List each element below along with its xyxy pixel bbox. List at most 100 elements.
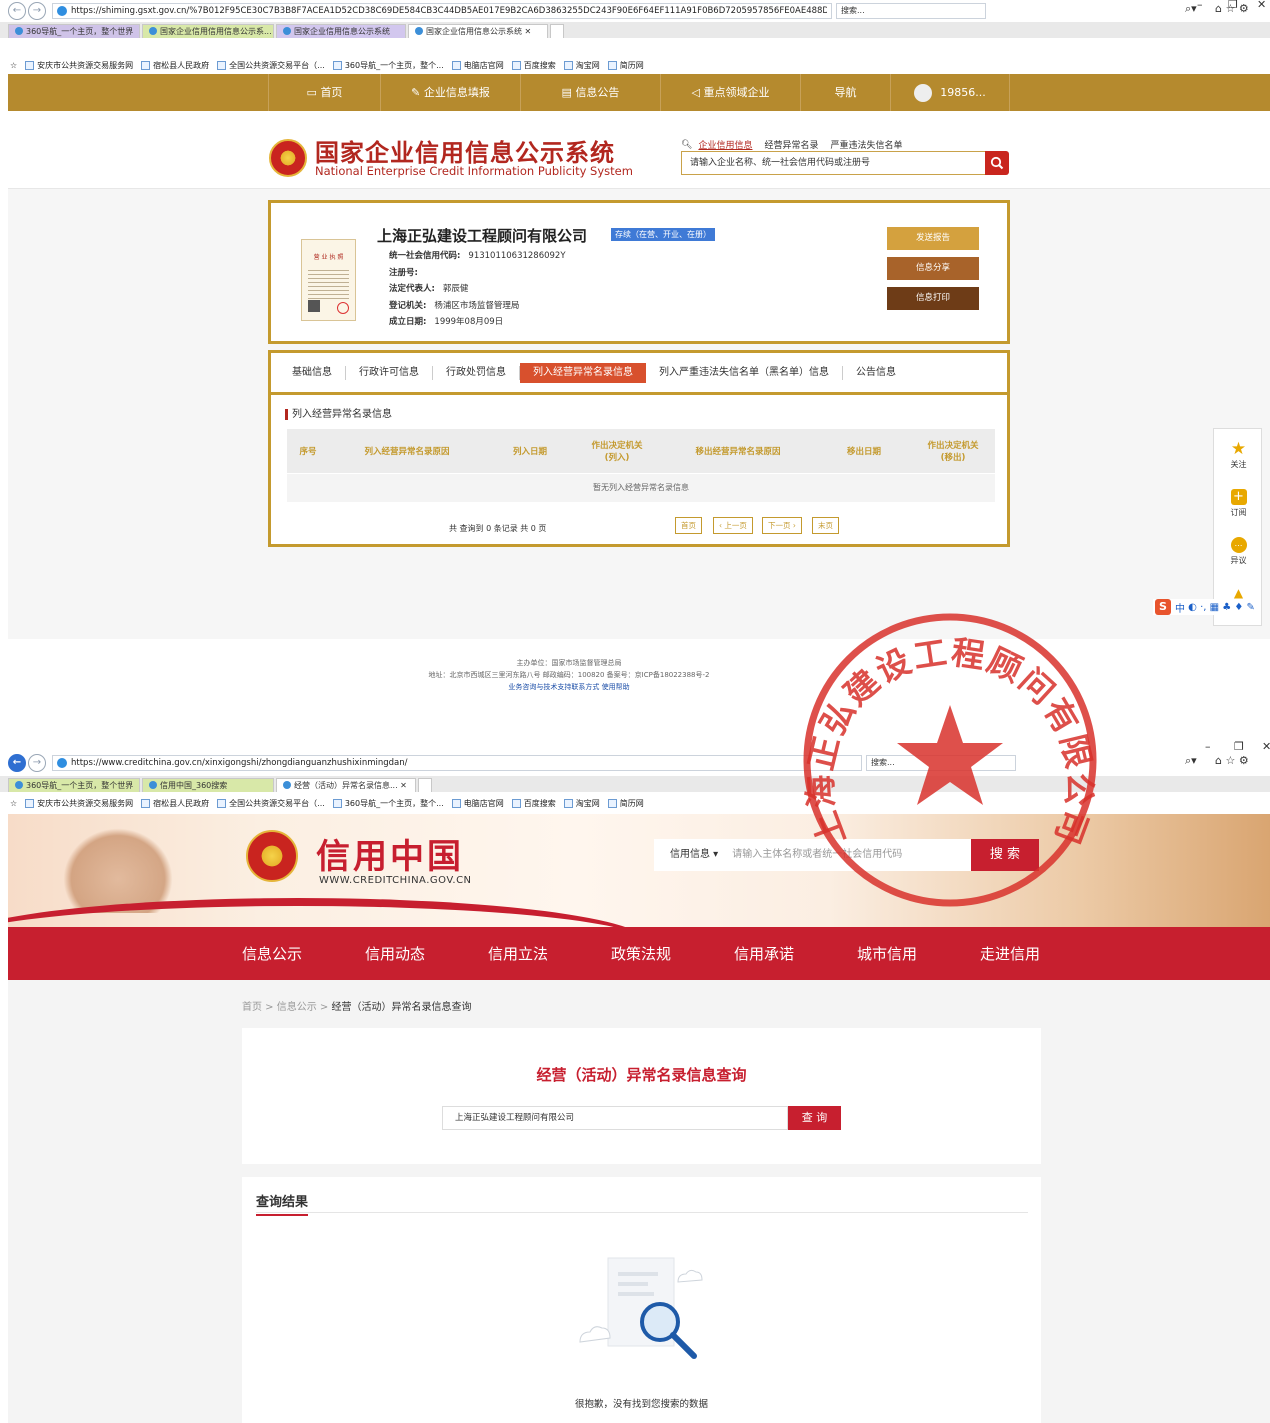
nav-item[interactable]: 城市信用 xyxy=(857,943,980,964)
column-header: 列入日期 xyxy=(485,429,575,473)
tab-license[interactable]: 行政许可信息 xyxy=(346,365,433,380)
restore-icon[interactable]: ❐ xyxy=(1228,0,1238,11)
nav-item[interactable]: 政策法规 xyxy=(611,943,734,964)
pager-first[interactable]: 首页 xyxy=(675,517,702,534)
browser-search-field[interactable]: 搜索... xyxy=(866,755,1016,771)
query-input[interactable]: 上海正弘建设工程顾问有限公司 xyxy=(442,1106,788,1130)
browser-tab[interactable]: 国家企业信用信息公示系统 xyxy=(276,24,406,38)
search-dropdown-icon[interactable]: ⌕▾ xyxy=(1185,754,1197,768)
nav-item[interactable]: 信用动态 xyxy=(365,943,488,964)
search-tab-credit[interactable]: 企业信用信息 xyxy=(698,138,752,151)
tab-abnormal[interactable]: 列入经营异常名录信息 xyxy=(520,362,646,383)
fav-item[interactable]: 宿松县人民政府 xyxy=(141,60,209,71)
fav-item[interactable]: 安庆市公共资源交易服务网 xyxy=(25,60,133,71)
fav-item[interactable]: 百度搜索 xyxy=(511,798,556,809)
search-tab-abnormal[interactable]: 经营异常名录 xyxy=(764,138,818,151)
nav-key-areas[interactable]: ◁ 重点领域企业 xyxy=(660,74,800,111)
pager-prev[interactable]: ‹ 上一页 xyxy=(713,517,753,534)
browser-tab-active[interactable]: 经营（活动）异常名录信息... ✕ xyxy=(276,778,416,792)
fav-item[interactable]: 淘宝网 xyxy=(563,60,600,71)
fav-item[interactable]: 电脑店官网 xyxy=(451,60,504,71)
nav-item[interactable]: 走进信用 xyxy=(980,943,1103,964)
search-input[interactable]: 请输入主体名称或者统一社会信用代码 xyxy=(732,849,902,860)
url-field[interactable]: https://shiming.gsxt.gov.cn/%7B012F95CE3… xyxy=(52,3,832,19)
pager-last[interactable]: 末页 xyxy=(812,517,839,534)
fav-item[interactable]: 全国公共资源交易平台（... xyxy=(217,60,325,71)
query-button[interactable]: 查 询 xyxy=(788,1106,841,1130)
gsxt-header: 国家企业信用信息公示系统 National Enterprise Credit … xyxy=(8,111,1270,189)
fav-item[interactable]: 安庆市公共资源交易服务网 xyxy=(25,798,133,809)
tab-blacklist[interactable]: 列入严重违法失信名单（黑名单）信息 xyxy=(646,365,843,380)
search-dropdown-icon[interactable]: ⌕▾ xyxy=(1185,2,1197,16)
fav-item[interactable]: 百度搜索 xyxy=(511,60,556,71)
search-button[interactable] xyxy=(985,151,1009,175)
tab-label: 360导航_一个主页，整个世界 xyxy=(26,27,134,36)
nav-user[interactable]: 19856... xyxy=(890,74,1010,111)
tab-penalty[interactable]: 行政处罚信息 xyxy=(433,365,520,380)
page-icon xyxy=(563,798,573,808)
nav-home[interactable]: ▭ 首页 xyxy=(268,74,380,111)
browser-tab[interactable]: 信用中国_360搜索 xyxy=(142,778,274,792)
nav-item[interactable]: 信息公示 xyxy=(242,943,365,964)
company-search-input[interactable]: 请输入企业名称、统一社会信用代码或注册号 xyxy=(681,151,986,175)
nav-report[interactable]: ✎ 企业信息填报 xyxy=(380,74,520,111)
toolbar-icons[interactable]: ⌂ ☆ ⚙ xyxy=(1215,754,1249,767)
browser-tab[interactable]: 360导航_一个主页，整个世界 xyxy=(8,778,140,792)
new-tab-button[interactable] xyxy=(550,24,564,38)
footer-links[interactable]: 业务咨询与技术支持联系方式 使用帮助 xyxy=(0,682,1200,692)
favorites-star-icon[interactable]: ☆ xyxy=(10,799,17,808)
follow-button[interactable]: ★ 关注 xyxy=(1214,441,1263,470)
print-button[interactable]: 信息打印 xyxy=(887,287,979,310)
result-panel: 查询结果 很抱歉，没有找到您搜索的数据 xyxy=(242,1177,1041,1423)
browser-tab[interactable]: 国家企业信用信用信息公示系... xyxy=(142,24,274,38)
star-icon: ★ xyxy=(1230,439,1247,459)
tab-label: 国家企业信用信息公示系统 xyxy=(294,27,390,36)
back-button[interactable]: ← xyxy=(8,754,26,772)
new-tab-button[interactable] xyxy=(418,778,432,792)
national-emblem-icon xyxy=(269,139,307,177)
search-category-select[interactable]: 信用信息 xyxy=(670,849,710,860)
fav-item[interactable]: 淘宝网 xyxy=(563,798,600,809)
fav-item[interactable]: 全国公共资源交易平台（... xyxy=(217,798,325,809)
site-search-button[interactable]: 搜 索 xyxy=(971,839,1039,871)
ime-toolbar[interactable]: S中 ◐ ·, ▦ ♣ ♦ ✎ xyxy=(1153,599,1257,615)
fav-item[interactable]: 360导航_一个主页，整个... xyxy=(332,798,444,809)
nav-navigation[interactable]: 导航 xyxy=(800,74,890,111)
browser-search-field[interactable]: 搜索... xyxy=(836,3,986,19)
browser-tab-active[interactable]: 国家企业信用信息公示系统 ✕ xyxy=(408,24,548,38)
nav-item[interactable]: 信用承诺 xyxy=(734,943,857,964)
share-button[interactable]: 信息分享 xyxy=(887,257,979,280)
objection-button[interactable]: … 异议 xyxy=(1214,537,1263,566)
minimize-icon[interactable]: – xyxy=(1205,740,1211,753)
fav-item[interactable]: 电脑店官网 xyxy=(451,798,504,809)
forward-button[interactable]: → xyxy=(28,754,46,772)
nav-announce[interactable]: ▤ 信息公告 xyxy=(520,74,660,111)
ime-mode: 中 xyxy=(1175,603,1185,615)
crumb-home[interactable]: 首页 xyxy=(242,1002,262,1013)
browser-tab[interactable]: 360导航_一个主页，整个世界 xyxy=(8,24,140,38)
close-icon[interactable]: ✕ xyxy=(1257,0,1266,11)
favorites-star-icon[interactable]: ☆ xyxy=(10,61,17,70)
subscribe-button[interactable]: + 订阅 xyxy=(1214,489,1263,518)
nav-item[interactable]: 信用立法 xyxy=(488,943,611,964)
forward-button[interactable]: → xyxy=(28,2,46,20)
fav-item[interactable]: 简历网 xyxy=(607,798,644,809)
fav-item[interactable]: 360导航_一个主页，整个... xyxy=(332,60,444,71)
restore-icon[interactable]: ❐ xyxy=(1234,740,1244,753)
search-tab-blacklist[interactable]: 严重违法失信名单 xyxy=(830,138,902,151)
fav-item[interactable]: 宿松县人民政府 xyxy=(141,798,209,809)
pager-next[interactable]: 下一页 › xyxy=(762,517,802,534)
column-header: 作出决定机关 (移出) xyxy=(911,429,995,473)
minimize-icon[interactable]: – xyxy=(1197,0,1203,11)
tab-announcements[interactable]: 公告信息 xyxy=(843,366,909,380)
url-field[interactable]: https://www.creditchina.gov.cn/xinxigong… xyxy=(52,755,862,771)
license-caption: 营 业 执 照 xyxy=(313,254,344,261)
tab-basic[interactable]: 基础信息 xyxy=(279,365,346,380)
query-panel: 经营（活动）异常名录信息查询 上海正弘建设工程顾问有限公司 查 询 xyxy=(242,1028,1041,1164)
search-type-tabs: 🔍︎ 企业信用信息 经营异常名录 严重违法失信名单 xyxy=(681,138,914,152)
fav-item[interactable]: 简历网 xyxy=(607,60,644,71)
close-icon[interactable]: ✕ xyxy=(1262,740,1270,753)
crumb-mid[interactable]: 信息公示 xyxy=(277,1002,317,1013)
send-report-button[interactable]: 发送报告 xyxy=(887,227,979,250)
back-button[interactable]: ← xyxy=(8,2,26,20)
